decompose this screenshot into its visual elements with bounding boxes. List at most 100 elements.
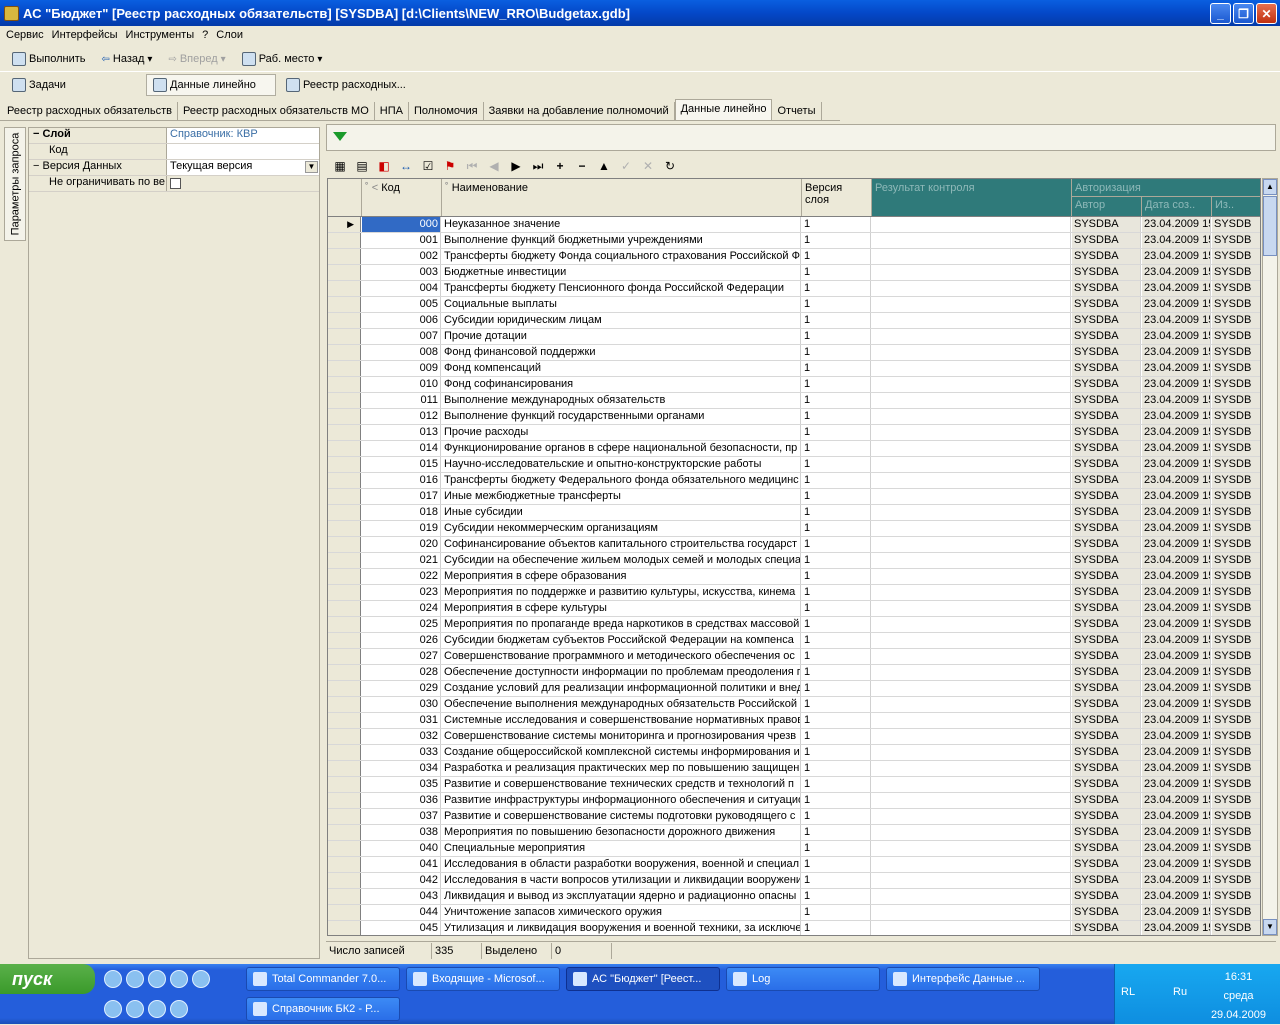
cell-name[interactable]: Системные исследования и совершенствован… [442,713,801,728]
row-indicator[interactable] [328,809,361,824]
cell-version[interactable]: 1 [802,825,871,840]
cell-version[interactable]: 1 [802,313,871,328]
run-button[interactable]: Выполнить [6,48,91,70]
row-indicator[interactable] [328,681,361,696]
cell-author[interactable]: SYSDBA [1072,345,1141,360]
cell-name[interactable]: Обеспечение доступности информации по пр… [442,665,801,680]
cell-code[interactable]: 014 [362,441,441,456]
cell-name[interactable]: Развитие и совершенствование технических… [442,777,801,792]
cell-author[interactable]: SYSDBA [1072,281,1141,296]
cell-version[interactable]: 1 [802,521,871,536]
ie-icon[interactable] [104,970,122,988]
table-row[interactable]: 015 Научно-исследовательские и опытно-кон… [328,457,1260,473]
cell-code[interactable]: 026 [362,633,441,648]
cell-created[interactable]: 23.04.2009 15 [1142,489,1211,504]
cell-created[interactable]: 23.04.2009 15 [1142,745,1211,760]
cell-author[interactable]: SYSDBA [1072,329,1141,344]
cell-version[interactable]: 1 [802,217,871,232]
cell-code[interactable]: 016 [362,473,441,488]
cell-iz[interactable]: SYSDB [1212,457,1260,472]
row-indicator[interactable] [328,233,361,248]
menu-help[interactable]: ? [198,29,212,41]
row-indicator[interactable] [328,345,361,360]
menu-layers[interactable]: Слои [212,29,247,41]
cell-code[interactable]: 037 [362,809,441,824]
cell-created[interactable]: 23.04.2009 15 [1142,297,1211,312]
media-icon[interactable] [170,1000,188,1018]
cell-code[interactable]: 033 [362,745,441,760]
table-row[interactable]: 011 Выполнение международных обязательств… [328,393,1260,409]
cell-result[interactable] [872,345,1071,360]
cell-version[interactable]: 1 [802,777,871,792]
cell-code[interactable]: 002 [362,249,441,264]
cell-iz[interactable]: SYSDB [1212,489,1260,504]
cell-result[interactable] [872,265,1071,280]
row-indicator[interactable] [328,713,361,728]
cell-author[interactable]: SYSDBA [1072,409,1141,424]
cell-code[interactable]: 005 [362,297,441,312]
cell-iz[interactable]: SYSDB [1212,217,1260,232]
cell-result[interactable] [872,921,1071,935]
cell-code[interactable]: 018 [362,505,441,520]
cell-name[interactable]: Создание условий для реализации информац… [442,681,801,696]
cell-created[interactable]: 23.04.2009 15 [1142,537,1211,552]
table-row[interactable]: 004 Трансферты бюджету Пенсионного фонда … [328,281,1260,297]
cell-name[interactable]: Уничтожение запасов химического оружия [442,905,801,920]
table-row[interactable]: 009 Фонд компенсаций 1 SYSDBA 23.04.2009 15 S… [328,361,1260,377]
row-indicator[interactable] [328,297,361,312]
cell-version[interactable]: 1 [802,441,871,456]
cell-name[interactable]: Выполнение функций бюджетными учреждения… [442,233,801,248]
task-budget-app[interactable]: АС "Бюджет" [Реест... [566,967,720,991]
delete-record-icon[interactable]: − [574,158,590,174]
cell-code[interactable]: 038 [362,825,441,840]
table-row[interactable]: 045 Утилизация и ликвидация вооружения и … [328,921,1260,935]
cell-iz[interactable]: SYSDB [1212,441,1260,456]
table-row[interactable]: 001 Выполнение функций бюджетными учрежде… [328,233,1260,249]
cell-iz[interactable]: SYSDB [1212,553,1260,568]
cell-author[interactable]: SYSDBA [1072,489,1141,504]
cell-version[interactable]: 1 [802,681,871,696]
cell-name[interactable]: Трансферты бюджету Федерального фонда об… [442,473,801,488]
cell-created[interactable]: 23.04.2009 15 [1142,377,1211,392]
cell-code[interactable]: 010 [362,377,441,392]
cell-result[interactable] [872,761,1071,776]
cell-created[interactable]: 23.04.2009 15 [1142,889,1211,904]
cell-iz[interactable]: SYSDB [1212,681,1260,696]
cell-version[interactable]: 1 [802,265,871,280]
row-indicator[interactable] [328,841,361,856]
row-indicator[interactable] [328,873,361,888]
table-row[interactable]: 027 Совершенствование программного и мето… [328,649,1260,665]
row-indicator[interactable] [328,425,361,440]
cell-iz[interactable]: SYSDB [1212,505,1260,520]
row-indicator[interactable] [328,313,361,328]
col-header-result[interactable]: Результат контроля [872,179,1072,216]
network-icon[interactable] [104,1000,122,1018]
cell-name[interactable]: Прочие дотации [442,329,801,344]
cell-result[interactable] [872,441,1071,456]
table-row[interactable]: 018 Иные субсидии 1 SYSDBA 23.04.2009 15 SYSD… [328,505,1260,521]
row-indicator[interactable] [328,857,361,872]
cell-iz[interactable]: SYSDB [1212,729,1260,744]
cell-result[interactable] [872,425,1071,440]
row-indicator[interactable] [328,553,361,568]
cell-version[interactable]: 1 [802,617,871,632]
col-header-iz[interactable]: Из.. [1212,197,1260,216]
row-indicator[interactable] [328,793,361,808]
forward-button[interactable]: ⇨ Вперед ▾ [162,48,231,70]
param-code-value[interactable] [166,144,319,159]
cell-created[interactable]: 23.04.2009 15 [1142,553,1211,568]
cell-name[interactable]: Исследования в области разработки вооруж… [442,857,801,872]
cell-result[interactable] [872,649,1071,664]
cell-code[interactable]: 008 [362,345,441,360]
add-record-icon[interactable]: + [552,158,568,174]
clock[interactable]: 16:31 среда 29.04.2009 [1211,968,1266,1025]
row-indicator[interactable] [328,649,361,664]
cell-version[interactable]: 1 [802,393,871,408]
next-record-icon[interactable]: ▶ [508,158,524,174]
copy-grid-icon[interactable]: ▤ [354,158,370,174]
cell-version[interactable]: 1 [802,553,871,568]
col-header-code[interactable]: ˚ ˂ Код [362,179,442,216]
cell-code[interactable]: 001 [362,233,441,248]
table-row[interactable]: ▶ 000 Неуказанное значение 1 SYSDBA 23.04.200… [328,217,1260,233]
cell-created[interactable]: 23.04.2009 15 [1142,345,1211,360]
